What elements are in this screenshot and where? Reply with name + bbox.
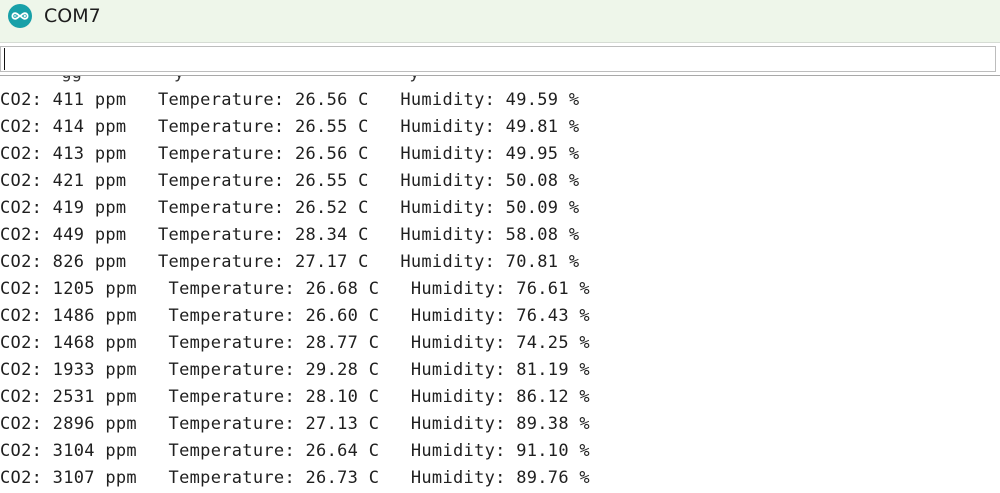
serial-output-area[interactable]: CO2: 411 ppm Temperature: 26.56 C Humidi… bbox=[0, 87, 1000, 493]
title-bar[interactable]: COM7 bbox=[0, 0, 1000, 43]
serial-output-line: CO2: 2896 ppm Temperature: 27.13 C Humid… bbox=[0, 414, 590, 434]
text-caret bbox=[4, 48, 5, 70]
serial-output-line: CO2: 421 ppm Temperature: 26.55 C Humidi… bbox=[0, 171, 580, 191]
serial-output-line: CO2: 3104 ppm Temperature: 26.64 C Humid… bbox=[0, 441, 590, 461]
serial-output-line: CO2: 826 ppm Temperature: 27.17 C Humidi… bbox=[0, 252, 580, 272]
window-title: COM7 bbox=[44, 5, 101, 27]
send-input[interactable] bbox=[0, 46, 996, 72]
serial-monitor-window: COM7 gg y y CO2: 411 ppm Temperature: 26… bbox=[0, 0, 1000, 493]
serial-output-line: CO2: 1205 ppm Temperature: 26.68 C Humid… bbox=[0, 279, 590, 299]
serial-output-line: CO2: 449 ppm Temperature: 28.34 C Humidi… bbox=[0, 225, 580, 245]
send-bar bbox=[0, 43, 1000, 76]
serial-output-line: CO2: 2531 ppm Temperature: 28.10 C Humid… bbox=[0, 387, 590, 407]
serial-output-line: CO2: 413 ppm Temperature: 26.56 C Humidi… bbox=[0, 144, 580, 164]
serial-output-line: CO2: 1933 ppm Temperature: 29.28 C Humid… bbox=[0, 360, 590, 380]
serial-output-line: CO2: 419 ppm Temperature: 26.52 C Humidi… bbox=[0, 198, 580, 218]
serial-output-line: CO2: 411 ppm Temperature: 26.56 C Humidi… bbox=[0, 90, 580, 110]
serial-output-line: CO2: 1468 ppm Temperature: 28.77 C Humid… bbox=[0, 333, 590, 353]
scrolled-line-remnant: gg y y bbox=[0, 76, 1000, 84]
serial-output-line: CO2: 1486 ppm Temperature: 26.60 C Humid… bbox=[0, 306, 590, 326]
serial-output-line: CO2: 3107 ppm Temperature: 26.73 C Humid… bbox=[0, 468, 590, 488]
serial-output-line: CO2: 414 ppm Temperature: 26.55 C Humidi… bbox=[0, 117, 580, 137]
arduino-infinity-icon bbox=[8, 4, 32, 28]
